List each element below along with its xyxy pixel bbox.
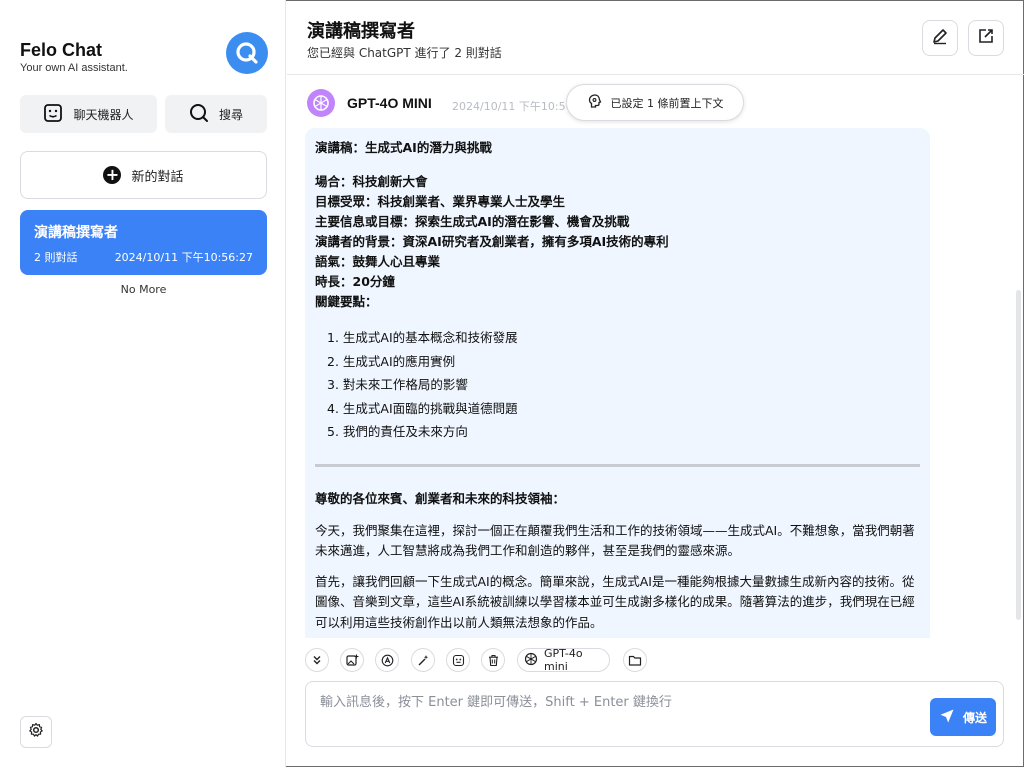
list-item: 2. 生成式AI的應用實例 (327, 353, 456, 369)
list-item: 4. 生成式AI面臨的挑戰與道德問題 (327, 400, 518, 416)
meta-line: 時長：20分鐘 (315, 274, 395, 289)
robot-icon (43, 103, 63, 126)
trash-icon[interactable] (481, 648, 505, 672)
chat-header: 演講稿撰寫者 您已經與 ChatGPT 進行了 2 則對話 (287, 0, 1024, 75)
send-label: 傳送 (962, 710, 987, 725)
meta-line: 演講者的背景：資深AI研究者及創業者，擁有多項AI技術的專利 (315, 234, 669, 249)
search-icon (189, 103, 209, 126)
message-input[interactable] (320, 690, 920, 714)
brain-icon (587, 93, 603, 112)
message-time: 2024/10/11 下午10:56 (452, 100, 573, 113)
conversation-title: 演講稿撰寫者 (34, 225, 118, 241)
context-label: 已設定 1 條前置上下文 (610, 96, 724, 110)
brand: Felo Chat Your own AI assistant. (20, 40, 128, 74)
chatbot-label: 聊天機器人 (73, 107, 134, 122)
app-title: Felo Chat (20, 40, 103, 60)
edit-button[interactable] (922, 20, 958, 56)
meta-line: 目標受眾：科技創業者、業界專業人士及學生 (315, 194, 566, 209)
send-button[interactable]: 傳送 (930, 698, 996, 736)
scrollbar[interactable] (1016, 290, 1021, 620)
model-selector[interactable]: GPT-4o mini (517, 647, 610, 673)
message-composer: 傳送 (305, 681, 1004, 747)
folder-icon[interactable] (623, 648, 647, 672)
gpt-avatar-icon (307, 89, 335, 117)
share-button[interactable] (968, 20, 1004, 56)
new-chat-button[interactable]: + 新的對話 (20, 151, 267, 199)
conversation-date: 2024/10/11 下午10:56:27 (114, 251, 253, 264)
settings-button[interactable] (20, 716, 52, 748)
meta-line: 場合：科技創新大會 (315, 174, 428, 189)
plus-icon: + (103, 166, 122, 184)
page-subtitle: 您已經與 ChatGPT 進行了 2 則對話 (307, 46, 502, 60)
search-button[interactable]: 搜尋 (165, 95, 267, 133)
paragraph: 首先，讓我們回顧一下生成式AI的概念。簡單來說，生成式AI是一種能夠根據大量數據… (315, 573, 915, 630)
chevrons-down-icon[interactable] (305, 648, 329, 672)
list-item: 1. 生成式AI的基本概念和技術發展 (327, 330, 518, 345)
translate-icon[interactable] (375, 648, 399, 672)
search-label: 搜尋 (218, 107, 243, 122)
sidebar: Felo Chat Your own AI assistant. 聊天機器人 搜… (0, 0, 286, 767)
context-pill[interactable]: 已設定 1 條前置上下文 (566, 84, 744, 121)
chatbot-button[interactable]: 聊天機器人 (20, 95, 157, 133)
divider (315, 463, 920, 467)
meta-line: 語氣：鼓舞人心且專業 (315, 254, 441, 269)
model-name: GPT-4O MINI (347, 95, 432, 111)
pencil-icon (931, 27, 949, 49)
send-icon (939, 708, 955, 727)
magic-wand-icon[interactable] (411, 648, 435, 672)
conversation-count: 2 則對話 (34, 251, 78, 264)
openai-icon (524, 652, 538, 669)
image-add-icon[interactable] (340, 648, 364, 672)
share-icon (977, 27, 995, 49)
app-subtitle: Your own AI assistant. (20, 62, 128, 74)
meta-line: 關鍵要點： (315, 294, 378, 309)
greeting: 尊敬的各位來賓、創業者和未來的科技領袖： (315, 490, 566, 506)
mask-icon[interactable] (446, 648, 470, 672)
key-points-list: 1. 生成式AI的基本概念和技術發展 2. 生成式AI的應用實例 3. 對未來工… (327, 326, 920, 444)
page-title: 演講稿撰寫者 (307, 21, 415, 42)
felo-logo-icon (226, 32, 268, 74)
no-more-label: No More (120, 283, 167, 296)
model-chip-label: GPT-4o mini (544, 647, 583, 673)
list-item: 3. 對未來工作格局的影響 (327, 377, 468, 392)
conversation-item[interactable]: 演講稿撰寫者 2 則對話 2024/10/11 下午10:56:27 (20, 210, 267, 275)
message-bubble: 演講稿：生成式AI的潛力與挑戰 場合：科技創新大會 目標受眾：科技創業者、業界專… (305, 128, 930, 638)
list-item: 5. 我們的責任及未來方向 (327, 424, 468, 439)
gear-icon (28, 722, 44, 742)
paragraph: 今天，我們聚集在這裡，探討一個正在顛覆我們生活和工作的技術領域——生成式AI。不… (315, 522, 915, 559)
meta-line: 主要信息或目標：探索生成式AI的潛在影響、機會及挑戰 (315, 214, 630, 229)
new-chat-label: 新的對話 (131, 169, 184, 185)
speech-heading: 演講稿：生成式AI的潛力與挑戰 (315, 140, 492, 155)
